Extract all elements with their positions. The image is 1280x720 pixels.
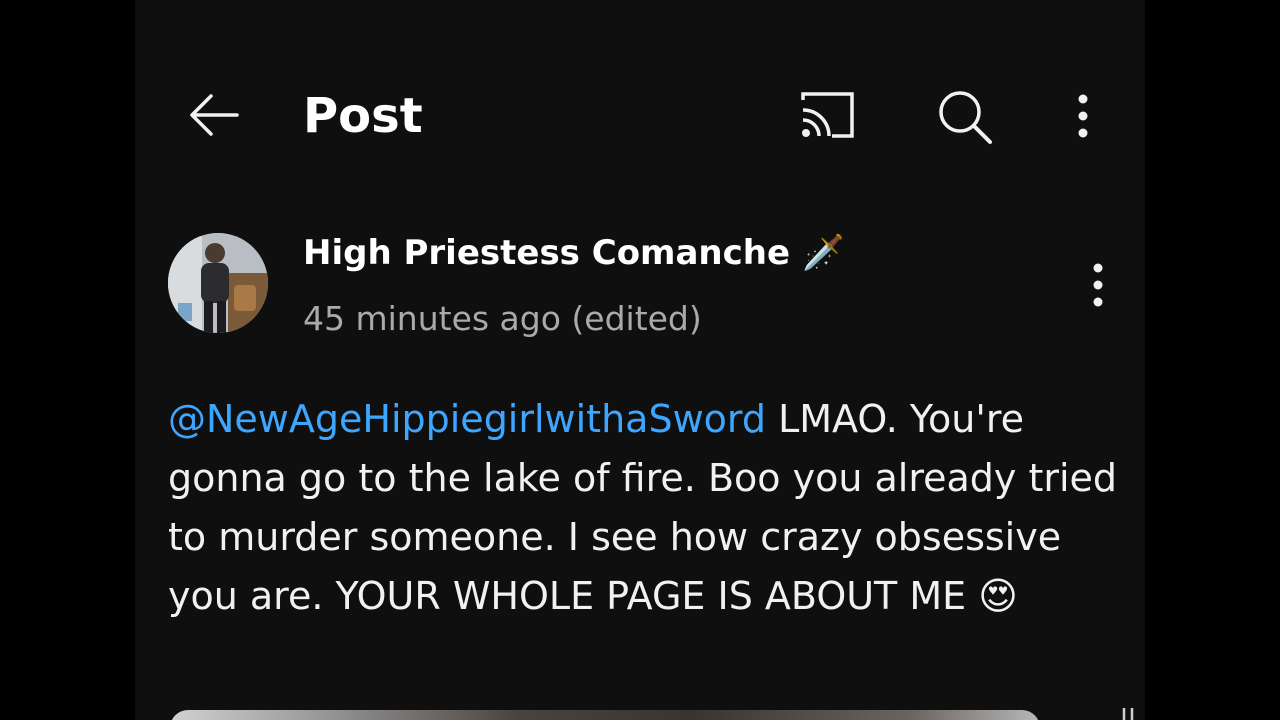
author-name[interactable]: High Priestess Comanche 🗡️	[303, 230, 844, 276]
post-body: @NewAgeHippiegirlwithaSword LMAO. You're…	[168, 390, 1118, 626]
author-name-text: High Priestess Comanche	[303, 233, 791, 273]
avatar[interactable]	[168, 233, 268, 333]
search-icon	[939, 91, 992, 144]
back-button[interactable]	[185, 86, 245, 146]
post-image[interactable]	[170, 710, 1040, 720]
post-screen: Post High Priestess Comanche 🗡️ 45 minut…	[135, 0, 1145, 720]
cast-button[interactable]	[795, 86, 859, 146]
page-title: Post	[303, 88, 423, 144]
cast-icon	[801, 92, 854, 138]
mention-link[interactable]: @NewAgeHippiegirlwithaSword	[168, 397, 766, 441]
avatar-image	[168, 233, 268, 333]
post-timestamp: 45 minutes ago (edited)	[303, 299, 702, 338]
more-vert-icon	[1078, 94, 1088, 138]
search-button[interactable]	[932, 84, 996, 148]
heart-eyes-emoji: 😍	[978, 574, 1018, 618]
more-vert-icon	[1093, 263, 1103, 307]
post-more-options-button[interactable]	[1083, 255, 1113, 315]
partial-icon	[1122, 708, 1134, 720]
back-arrow-icon	[190, 94, 239, 136]
more-options-button[interactable]	[1065, 86, 1101, 146]
dagger-emoji: 🗡️	[802, 233, 845, 273]
